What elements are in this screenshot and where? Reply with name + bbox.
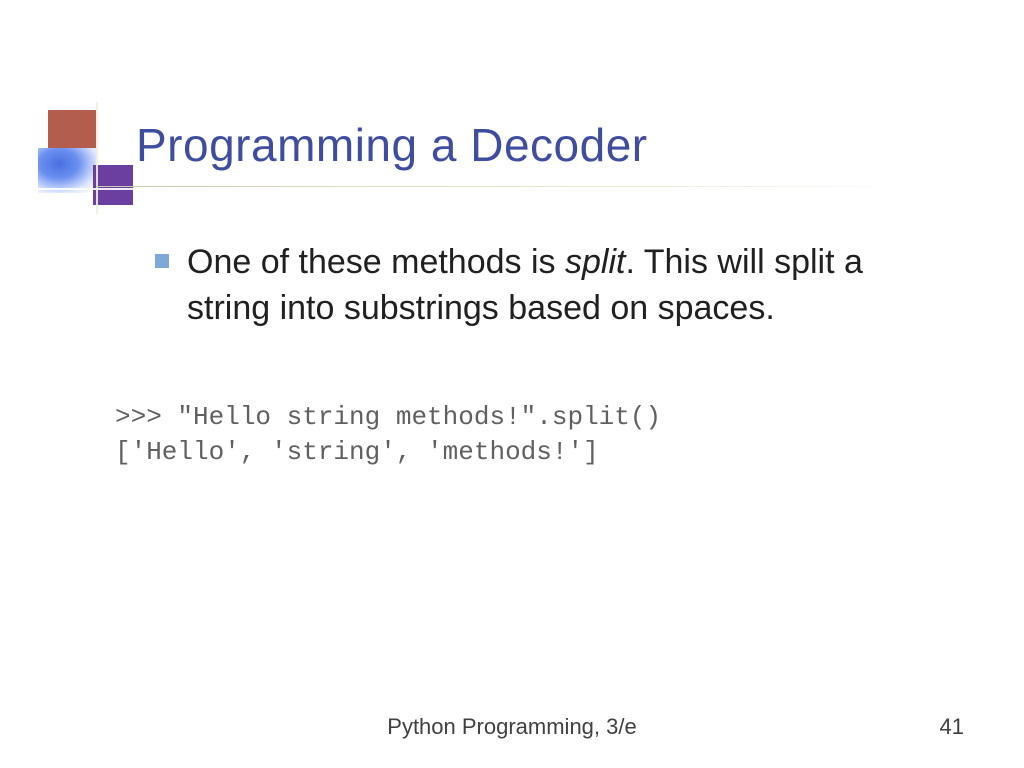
deco-square-blue bbox=[38, 148, 98, 193]
code-line-2: ['Hello', 'string', 'methods!'] bbox=[115, 437, 599, 467]
bullet-square-icon bbox=[155, 254, 169, 268]
bullet-text-pre: One of these methods is bbox=[187, 243, 565, 281]
code-line-1: >>> "Hello string methods!".split() bbox=[115, 402, 661, 432]
code-block: >>> "Hello string methods!".split() ['He… bbox=[115, 400, 944, 470]
body-area: One of these methods is split. This will… bbox=[155, 240, 954, 332]
bullet-text: One of these methods is split. This will… bbox=[187, 240, 954, 332]
title-area: Programming a Decoder bbox=[136, 118, 964, 187]
deco-line-horizontal bbox=[38, 188, 166, 190]
slide-title: Programming a Decoder bbox=[136, 118, 964, 172]
page-number: 41 bbox=[940, 714, 964, 740]
bullet-item: One of these methods is split. This will… bbox=[155, 240, 954, 332]
deco-line-vertical bbox=[96, 102, 98, 214]
bullet-text-em: split bbox=[565, 243, 625, 281]
title-underline bbox=[96, 186, 926, 187]
decorative-logo bbox=[38, 110, 128, 210]
deco-square-purple bbox=[93, 165, 133, 205]
footer-text: Python Programming, 3/e bbox=[0, 714, 1024, 740]
slide: Programming a Decoder One of these metho… bbox=[0, 0, 1024, 768]
